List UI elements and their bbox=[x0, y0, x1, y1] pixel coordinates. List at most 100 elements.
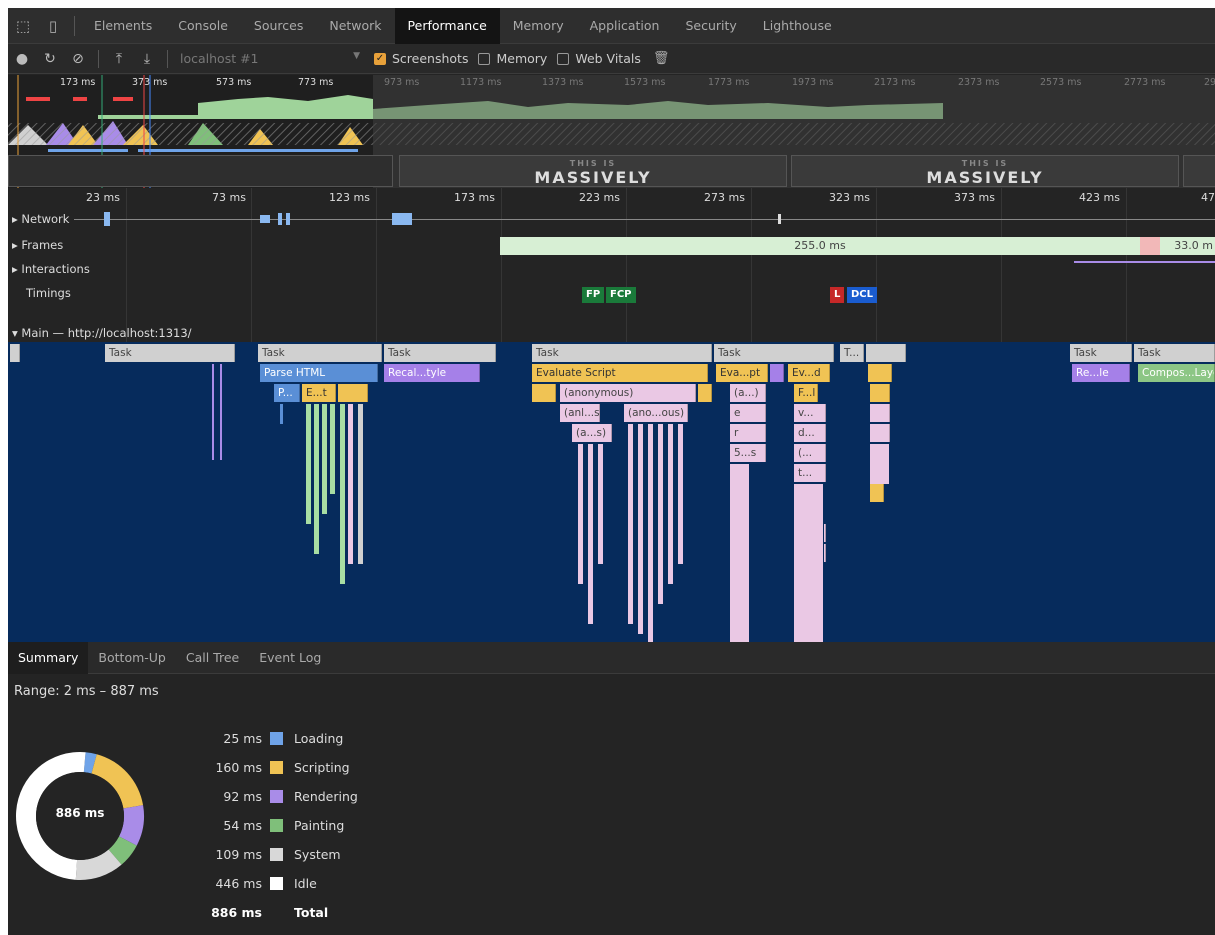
recalc-style-block[interactable] bbox=[770, 364, 784, 382]
screenshot-thumbnail[interactable] bbox=[8, 155, 393, 187]
tab-bottom-up[interactable]: Bottom-Up bbox=[88, 642, 175, 674]
dropped-frame[interactable] bbox=[1140, 237, 1160, 255]
script-stack[interactable] bbox=[794, 484, 824, 642]
function-call-block[interactable]: e bbox=[730, 404, 766, 422]
rendering-stack[interactable] bbox=[220, 364, 223, 460]
script-stack[interactable] bbox=[348, 404, 354, 564]
memory-checkbox[interactable]: Memory bbox=[478, 51, 547, 66]
trash-icon[interactable]: 🗑 bbox=[653, 51, 670, 66]
device-toolbar-icon[interactable]: ▯ bbox=[38, 8, 68, 44]
tab-event-log[interactable]: Event Log bbox=[249, 642, 331, 674]
timings-track[interactable]: Timings FP FCP L DCL bbox=[8, 282, 1215, 306]
webvitals-checkbox[interactable]: Web Vitals bbox=[557, 51, 641, 66]
network-request[interactable] bbox=[778, 214, 781, 224]
tab-application[interactable]: Application bbox=[577, 8, 673, 44]
screenshots-checkbox[interactable]: ✓ Screenshots bbox=[374, 51, 468, 66]
main-flame-chart[interactable]: Task Task Task Task Task T... Task Task … bbox=[8, 342, 1215, 642]
rendering-stack[interactable] bbox=[212, 364, 215, 460]
function-call-block[interactable]: t... bbox=[794, 464, 826, 482]
task-block[interactable]: Task bbox=[532, 344, 712, 362]
profile-select[interactable]: localhost #1 ▼ bbox=[174, 51, 364, 66]
function-call-block[interactable]: (anonymous) bbox=[560, 384, 696, 402]
network-request[interactable] bbox=[104, 212, 110, 226]
function-call-block[interactable]: (a...) bbox=[730, 384, 766, 402]
inspect-element-icon[interactable]: ⬚ bbox=[8, 8, 38, 44]
script-stack[interactable] bbox=[668, 424, 674, 584]
network-request[interactable] bbox=[392, 213, 412, 225]
tab-network[interactable]: Network bbox=[316, 8, 394, 44]
record-icon[interactable]: ● bbox=[8, 51, 36, 67]
recalc-style-block[interactable]: Recal...tyle bbox=[384, 364, 480, 382]
function-call-block[interactable]: (ano...ous) bbox=[624, 404, 688, 422]
network-request[interactable] bbox=[260, 215, 270, 223]
tab-memory[interactable]: Memory bbox=[500, 8, 577, 44]
paint-stack[interactable] bbox=[314, 404, 320, 554]
fcp-marker[interactable]: FCP bbox=[606, 287, 636, 303]
paint-stack[interactable] bbox=[322, 404, 328, 514]
function-call-block[interactable] bbox=[870, 404, 890, 422]
script-block[interactable] bbox=[868, 364, 892, 382]
script-stack[interactable] bbox=[730, 464, 750, 642]
script-stack[interactable] bbox=[648, 424, 654, 642]
function-call-block[interactable]: 5...s bbox=[730, 444, 766, 462]
screenshot-thumbnail[interactable]: THIS IS MASSIVELY bbox=[791, 155, 1179, 187]
tab-elements[interactable]: Elements bbox=[81, 8, 165, 44]
composite-layers-block[interactable]: Compos...Layers bbox=[1138, 364, 1215, 382]
parse-html-child-block[interactable]: P... bbox=[274, 384, 300, 402]
evaluate-script-block[interactable]: Evaluate Script bbox=[532, 364, 708, 382]
script-block[interactable] bbox=[870, 384, 890, 402]
clear-icon[interactable]: ⊘ bbox=[64, 51, 92, 67]
frames-track[interactable]: ▸ Frames 255.0 ms 33.0 m bbox=[8, 234, 1215, 258]
task-block[interactable]: Task bbox=[1070, 344, 1132, 362]
script-stack[interactable] bbox=[598, 444, 604, 564]
function-call-block[interactable]: (anl...s) bbox=[560, 404, 600, 422]
recalc-style-block[interactable]: Re...le bbox=[1072, 364, 1130, 382]
tab-sources[interactable]: Sources bbox=[241, 8, 316, 44]
script-stack[interactable] bbox=[358, 404, 364, 564]
function-call-block[interactable] bbox=[870, 424, 890, 442]
download-profile-icon[interactable]: ⤓ bbox=[133, 51, 161, 67]
parse-html-block[interactable]: Parse HTML bbox=[260, 364, 378, 382]
task-block[interactable]: Task bbox=[1134, 344, 1215, 362]
script-block[interactable] bbox=[698, 384, 712, 402]
dcl-marker[interactable]: DCL bbox=[847, 287, 878, 303]
loading-stack[interactable] bbox=[280, 404, 284, 424]
timeline-overview[interactable]: 173 ms 373 ms 573 ms 773 ms 973 ms 1173 … bbox=[8, 75, 1215, 188]
script-block[interactable] bbox=[532, 384, 556, 402]
task-block[interactable]: Task bbox=[714, 344, 834, 362]
task-block[interactable] bbox=[866, 344, 906, 362]
screenshot-thumbnail[interactable]: THIS IS MASSIVELY bbox=[399, 155, 787, 187]
script-block[interactable] bbox=[870, 484, 884, 502]
script-stack[interactable] bbox=[870, 444, 890, 484]
fp-marker[interactable]: FP bbox=[582, 287, 605, 303]
reload-icon[interactable]: ↻ bbox=[36, 51, 64, 67]
upload-profile-icon[interactable]: ⤒ bbox=[105, 51, 133, 67]
script-stack[interactable] bbox=[628, 424, 634, 624]
task-block[interactable] bbox=[10, 344, 20, 362]
frame-block[interactable]: 33.0 m bbox=[1160, 237, 1215, 255]
main-thread-header[interactable]: ▾ Main — http://localhost:1313/ bbox=[8, 324, 1215, 342]
paint-stack[interactable] bbox=[330, 404, 336, 494]
script-block[interactable]: F...l bbox=[794, 384, 818, 402]
interaction-bar[interactable] bbox=[1074, 261, 1215, 263]
script-stack[interactable] bbox=[638, 424, 644, 634]
frame-block[interactable]: 255.0 ms bbox=[500, 237, 1140, 255]
tab-lighthouse[interactable]: Lighthouse bbox=[750, 8, 845, 44]
task-block[interactable]: Task bbox=[105, 344, 235, 362]
script-block[interactable] bbox=[338, 384, 368, 402]
script-stack[interactable] bbox=[678, 424, 684, 564]
screenshot-thumbnail[interactable] bbox=[1183, 155, 1215, 187]
task-block[interactable]: Task bbox=[384, 344, 496, 362]
evaluate-script-block[interactable]: Ev...d bbox=[788, 364, 830, 382]
network-request[interactable] bbox=[278, 213, 282, 225]
tab-security[interactable]: Security bbox=[672, 8, 749, 44]
tab-console[interactable]: Console bbox=[165, 8, 241, 44]
script-stack[interactable] bbox=[658, 424, 664, 604]
paint-stack[interactable] bbox=[340, 404, 346, 584]
script-stack[interactable] bbox=[578, 444, 584, 584]
function-call-block[interactable]: r bbox=[730, 424, 766, 442]
script-block[interactable]: E...t bbox=[302, 384, 336, 402]
tab-summary[interactable]: Summary bbox=[8, 641, 89, 674]
network-track[interactable]: ▸ Network bbox=[8, 208, 1215, 232]
tab-performance[interactable]: Performance bbox=[394, 8, 500, 44]
